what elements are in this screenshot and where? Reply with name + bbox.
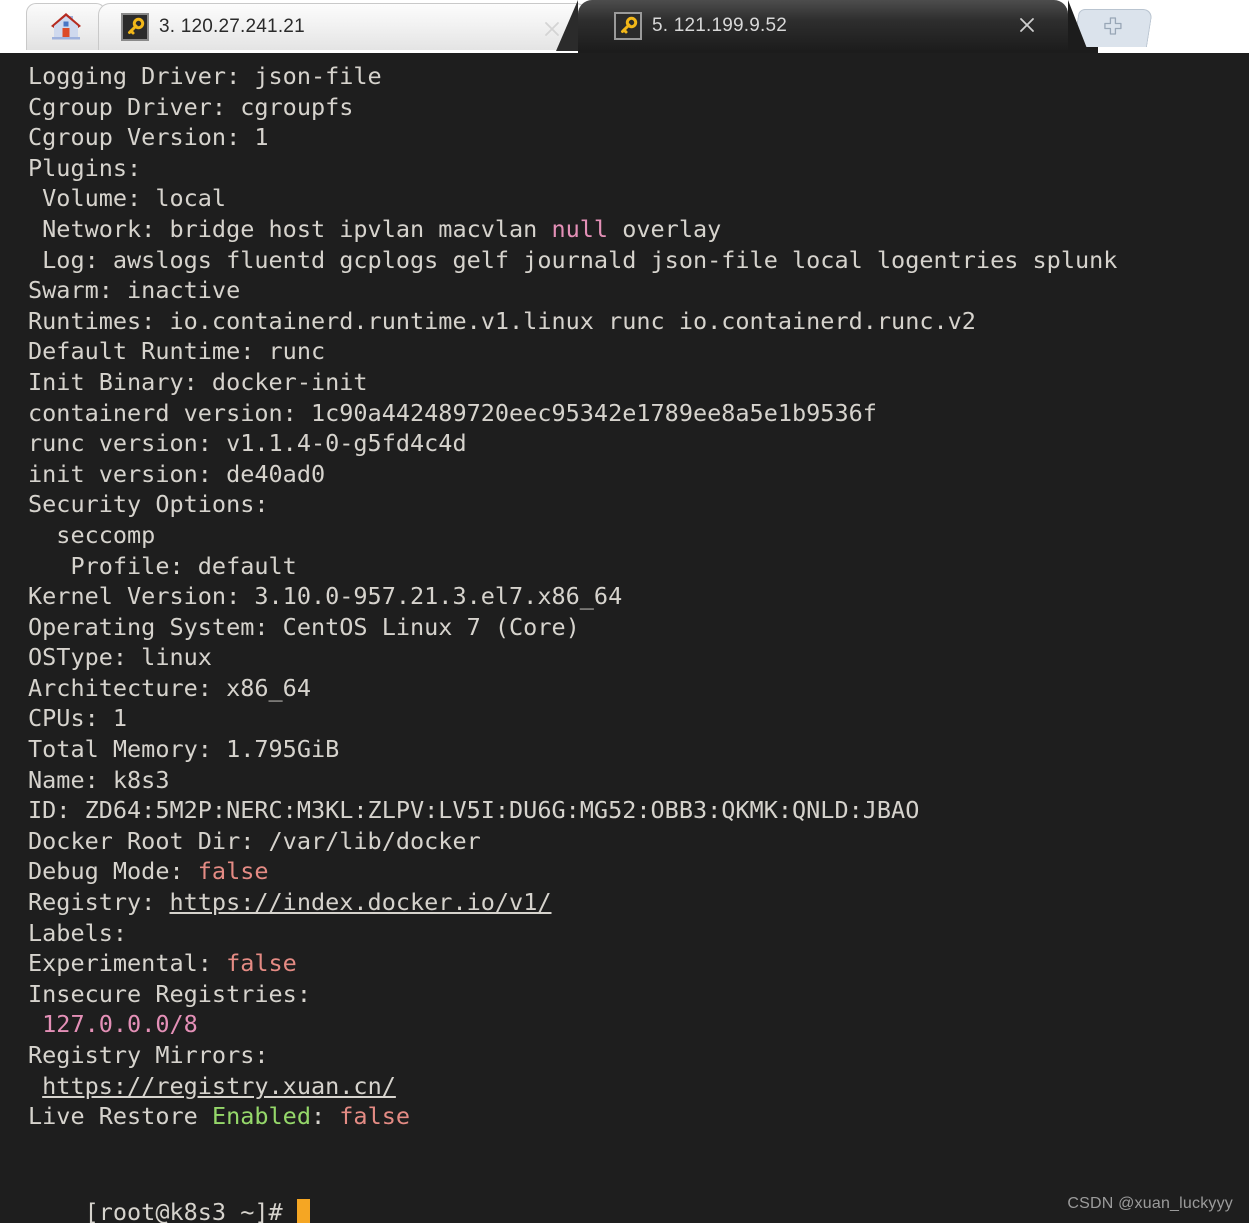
terminal-line: ID: ZD64:5M2P:NERC:M3KL:ZLPV:LV5I:DU6G:M… [28, 795, 1249, 826]
terminal-line: Kernel Version: 3.10.0-957.21.3.el7.x86_… [28, 581, 1249, 612]
terminal-segment: Security Options: [28, 490, 269, 519]
terminal-line: Docker Root Dir: /var/lib/docker [28, 826, 1249, 857]
terminal-segment: Name: k8s3 [28, 765, 170, 794]
terminal-segment: Runtimes: io.containerd.runtime.v1.linux… [28, 306, 976, 335]
terminal-line: Network: bridge host ipvlan macvlan null… [28, 214, 1249, 245]
terminal-line: Experimental: false [28, 948, 1249, 979]
tab-label: 5. 121.199.9.52 [652, 14, 788, 36]
terminal-line: CPUs: 1 [28, 703, 1249, 734]
terminal-line: Registry Mirrors: [28, 1040, 1249, 1071]
terminal-segment: Total Memory: 1.795GiB [28, 735, 340, 764]
terminal-segment: CPUs: 1 [28, 704, 128, 733]
terminal-segment: null [551, 214, 609, 243]
terminal-line: https://registry.xuan.cn/ [28, 1071, 1249, 1102]
terminal-segment: Default Runtime: runc [28, 337, 326, 366]
terminal-line: OSType: linux [28, 642, 1249, 673]
terminal-segment: Live Restore [28, 1102, 212, 1131]
terminal-line: containerd version: 1c90a442489720eec953… [28, 398, 1249, 429]
terminal-line: Log: awslogs fluentd gcplogs gelf journa… [28, 245, 1249, 276]
terminal-segment: : [310, 1102, 340, 1131]
terminal-segment: false [197, 857, 269, 886]
terminal-segment: containerd version: 1c90a442489720eec953… [28, 398, 877, 427]
terminal-segment: false [339, 1102, 411, 1131]
tab-bar: 3. 120.27.241.21 5. 121.199.9.52 [0, 0, 1249, 53]
terminal-segment: Registry: [28, 888, 170, 917]
terminal-segment: overlay [608, 214, 722, 243]
prompt-text: [root@k8s3 ~]# [84, 1197, 297, 1223]
terminal-line: Init Binary: docker-init [28, 367, 1249, 398]
terminal-text: Logging Driver: json-file Cgroup Driver: … [28, 61, 1249, 1162]
terminal-segment: Cgroup Version: 1 [28, 123, 269, 152]
terminal-output-pane[interactable]: Logging Driver: json-file Cgroup Driver: … [0, 53, 1249, 1223]
watermark: CSDN @xuan_luckyyy [1067, 1195, 1233, 1212]
terminal-segment: Experimental: [28, 949, 227, 978]
terminal-line: Total Memory: 1.795GiB [28, 734, 1249, 765]
terminal-line: Cgroup Version: 1 [28, 122, 1249, 153]
terminal-segment: false [226, 949, 297, 978]
terminal-line: Profile: default [28, 551, 1249, 582]
terminal-link[interactable]: https://index.docker.io/v1/ [169, 888, 551, 916]
terminal-line: seccomp [28, 520, 1249, 551]
terminal-line: Cgroup Driver: cgroupfs [28, 92, 1249, 123]
terminal-segment: Enabled [211, 1102, 311, 1131]
terminal-segment: Kernel Version: 3.10.0-957.21.3.el7.x86_… [28, 582, 623, 611]
terminal-segment: Insecure Registries: [28, 979, 311, 1008]
terminal-segment: OSType: linux [28, 643, 212, 672]
terminal-segment: Cgroup Driver: cgroupfs [28, 92, 354, 121]
terminal-segment: Plugins: [28, 153, 142, 182]
terminal-segment: Operating System: CentOS Linux 7 (Core) [28, 612, 580, 641]
text-cursor [296, 1198, 310, 1223]
home-icon [49, 9, 83, 46]
terminal-segment: ID: ZD64:5M2P:NERC:M3KL:ZLPV:LV5I:DU6G:M… [28, 796, 920, 825]
terminal-line: Plugins: [28, 153, 1249, 184]
terminal-segment: Profile: default [28, 551, 297, 580]
terminal-line: Debug Mode: false [28, 856, 1249, 887]
tab-3-120-27-241-21[interactable]: 3. 120.27.241.21 [98, 3, 588, 50]
terminal-segment: 127.0.0.0/8 [42, 1010, 198, 1039]
terminal-line: Logging Driver: json-file [28, 61, 1249, 92]
key-icon [121, 13, 149, 41]
terminal-line: Swarm: inactive [28, 275, 1249, 306]
terminal-segment: Volume: local [28, 184, 227, 213]
terminal-line: Security Options: [28, 489, 1249, 520]
terminal-line: Insecure Registries: [28, 979, 1249, 1010]
terminal-segment: Registry Mirrors: [28, 1041, 269, 1069]
plus-icon [1102, 15, 1124, 42]
terminal-segment: Network: bridge host ipvlan macvlan [28, 214, 552, 243]
terminal-link[interactable]: https://registry.xuan.cn/ [42, 1072, 396, 1100]
terminal-line: Registry: https://index.docker.io/v1/ [28, 887, 1249, 918]
terminal-line: Name: k8s3 [28, 765, 1249, 796]
terminal-line: init version: de40ad0 [28, 459, 1249, 490]
terminal-segment: runc version: v1.1.4-0-g5fd4c4d [28, 429, 467, 458]
key-icon [614, 11, 642, 40]
terminal-segment: Docker Root Dir: /var/lib/docker [28, 826, 481, 855]
terminal-line: Default Runtime: runc [28, 336, 1249, 367]
terminal-line: 127.0.0.0/8 [28, 1009, 1249, 1040]
terminal-segment: seccomp [28, 520, 156, 549]
terminal-segment [28, 1010, 42, 1038]
shell-prompt: [root@k8s3 ~]# [28, 1166, 310, 1223]
terminal-segment: Log: awslogs fluentd gcplogs gelf journa… [28, 245, 1118, 274]
terminal-segment: Debug Mode: [28, 857, 198, 886]
terminal-line: Architecture: x86_64 [28, 673, 1249, 704]
terminal-line: Volume: local [28, 183, 1249, 214]
terminal-line: Operating System: CentOS Linux 7 (Core) [28, 612, 1249, 643]
terminal-segment: init version: de40ad0 [28, 459, 326, 488]
terminal-line: Runtimes: io.containerd.runtime.v1.linux… [28, 306, 1249, 337]
terminal-segment: Init Binary: docker-init [28, 367, 368, 396]
terminal-segment: Swarm: inactive [28, 276, 241, 305]
terminal-segment [28, 1072, 42, 1100]
terminal-line: Labels: [28, 918, 1249, 949]
close-icon[interactable] [1016, 14, 1038, 36]
terminal-segment: Logging Driver: json-file [28, 62, 382, 90]
home-tab-button[interactable] [26, 3, 106, 50]
terminal-segment: Labels: [28, 918, 128, 947]
terminal-segment: Architecture: x86_64 [28, 673, 311, 702]
tab-label: 3. 120.27.241.21 [159, 16, 305, 37]
tab-5-121-199-9-52[interactable]: 5. 121.199.9.52 [556, 0, 1088, 51]
terminal-line: runc version: v1.1.4-0-g5fd4c4d [28, 428, 1249, 459]
terminal-line: Live Restore Enabled: false [28, 1101, 1249, 1132]
